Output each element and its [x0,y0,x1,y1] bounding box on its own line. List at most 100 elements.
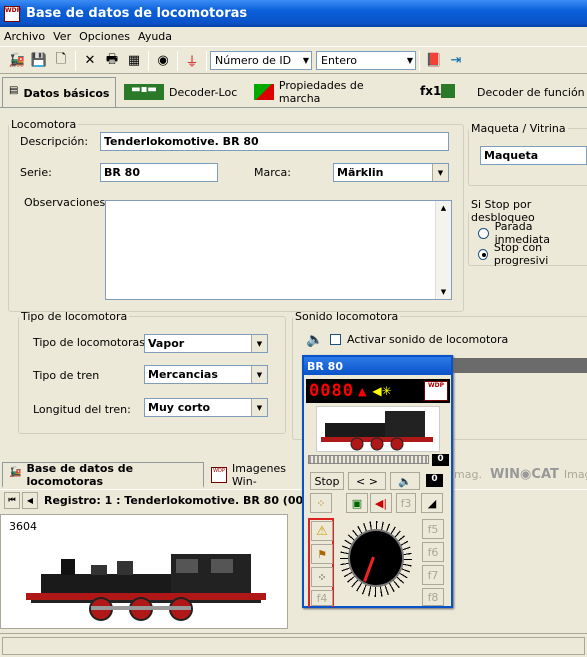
speed-value: 0 [432,454,449,466]
tab-base-datos[interactable]: 🚂 Base de datos de locomotoras [2,462,204,488]
menu-bar: Archivo Ver Opciones Ayuda [0,27,587,47]
sonido-legend: Sonido locomotora [295,310,399,323]
record-label: Registro: 1 : Tenderlokomotive. BR 80 (0… [44,493,319,507]
observaciones-textarea[interactable]: ▲ ▼ [105,200,452,300]
serie-input[interactable]: BR 80 [100,163,218,182]
chevron-down-icon: ▼ [251,399,267,416]
tab-imag-wdp[interactable]: mag. [448,462,484,487]
speaker-icon: 🔈 [306,332,324,348]
function-group-icon[interactable]: ⁘ [310,493,332,513]
scroll-up-icon[interactable]: ▲ [436,201,451,215]
sort-field-value: Número de ID [215,54,292,67]
tab-label: Datos básicos [23,86,110,100]
application-window: WDP Base de datos de locomotoras Archivo… [0,0,587,657]
longitud-select[interactable]: Muy corto ▼ [144,398,268,417]
delete-icon[interactable]: ✕ [79,50,101,72]
tab-decoder-funcion[interactable]: fx1▮▮ Decoder de función [414,77,586,107]
sort-field-select[interactable]: Número de ID ▼ [210,51,312,70]
menu-ver[interactable]: Ver [53,30,71,43]
stop-sign-icon[interactable]: ⏚ [181,50,203,72]
decoder-icon: ▬▪▬ [124,84,164,100]
previous-record-icon[interactable]: ◀ [22,491,38,509]
f4-button[interactable]: f4 [311,590,333,606]
warning-icon[interactable]: ⚠ [311,521,333,541]
window-title: Base de datos de locomotoras [26,6,248,21]
wdp-logo-icon: WDP [424,381,448,401]
checkbox-icon [330,334,341,345]
tren-value: Mercancias [148,368,218,381]
sound-bar [446,358,587,373]
film-icon[interactable]: ▦ [123,50,145,72]
app-icon: WDP [4,5,21,22]
speed-slider[interactable] [308,455,429,464]
checkbox-label: Activar sonido de locomotora [347,333,509,346]
tab-datos-basicos[interactable]: ▤ Datos básicos [2,77,116,108]
tab-imagenes-win[interactable]: WDP Imagenes Win- [205,461,304,488]
locomotive-image [26,554,266,621]
print-icon[interactable]: 🖶 [101,50,123,72]
address-display: 0080 [309,381,354,401]
throttle-display: 0080 ▲ ◀✳ WDP [306,379,450,403]
sort-mode-select[interactable]: Entero ▼ [316,51,416,70]
marca-label: Marca: [254,166,292,179]
f5-button[interactable]: f5 [422,519,444,539]
document-icon: ▤ [9,85,19,96]
mute-icon[interactable]: 🔈 [390,472,420,490]
new-document-icon[interactable]: 🗋 [50,50,72,72]
tab-label: Imagenes Win- [232,461,286,488]
decoder-chip-icon[interactable]: ▣ [346,493,368,513]
chevron-down-icon: ▼ [302,56,309,65]
first-record-icon[interactable]: ⏮ [4,491,20,509]
throttle-window: BR 80 0080 ▲ ◀✳ WDP 0 Stop < > 🔈 0 ⁘ ▣ ◀… [302,355,453,608]
observaciones-scrollbar[interactable]: ▲ ▼ [435,201,451,299]
main-tabs: ▤ Datos básicos ▬▪▬ Decoder-Loc Propieda… [0,77,587,108]
tab-propiedades-marcha[interactable]: Propiedades de marcha [248,77,408,107]
sonido-checkbox[interactable]: Activar sonido de locomotora [330,333,508,346]
save-icon[interactable]: 💾 [28,50,50,72]
serie-label: Serie: [20,166,52,179]
dial-needle [363,556,375,582]
maqueta-select[interactable]: Maqueta [480,146,587,165]
new-loco-icon[interactable]: 🚂 [6,50,28,72]
uncoupler-icon[interactable]: ⚑ [311,544,333,564]
direction-button[interactable]: < > [348,472,386,490]
descripcion-input[interactable]: Tenderlokomotive. BR 80 [100,132,449,151]
tab-wincat[interactable]: WIN◉CAT Imag. [484,462,587,487]
f7-button[interactable]: f7 [422,565,444,585]
tipo-legend: Tipo de locomotora [21,310,128,323]
menu-ayuda[interactable]: Ayuda [138,30,172,43]
speed-dial[interactable] [340,521,412,597]
f6-button[interactable]: f6 [422,542,444,562]
tab-label: Propiedades de marcha [278,79,364,105]
radio-label: Stop con progresivi [493,241,549,267]
menu-archivo[interactable]: Archivo [4,30,45,43]
wincat-logo-icon: WIN◉CAT [490,466,559,482]
toolbar: 🚂 💾 🗋 ✕ 🖶 ▦ ◉ ⏚ Número de ID ▼ Entero ▼ … [0,48,587,74]
tren-label: Tipo de tren [33,369,100,382]
tab-decoder-loc[interactable]: ▬▪▬ Decoder-Loc [118,77,246,107]
f3-button[interactable]: f3 [396,493,416,513]
marca-select[interactable]: Märklin ▼ [333,163,449,182]
function-group-2-icon[interactable]: ⁘ [311,567,333,587]
radio-off-icon [478,227,489,239]
stop-progresivo-radio[interactable]: Stop con progresivi [478,241,587,267]
light-icon: ◀✳ [372,384,392,398]
f8-button[interactable]: f8 [422,588,444,606]
descripcion-label: Descripción: [20,135,89,148]
locomotora-legend: Locomotora [11,118,77,131]
function-decoder-icon: fx1▮▮ [420,84,455,98]
tipo-select[interactable]: Vapor ▼ [144,334,268,353]
stop-button[interactable]: Stop [310,472,344,490]
book-icon[interactable]: 📕 [423,50,445,72]
chart-icon [254,84,274,100]
function-value: 0 [426,474,443,487]
horn-icon[interactable]: ◀| [370,493,392,513]
exit-icon[interactable]: ⇥ [445,50,467,72]
camera-icon[interactable]: ◉ [152,50,174,72]
menu-opciones[interactable]: Opciones [79,30,130,43]
ramp-icon[interactable]: ◢ [421,493,443,513]
longitud-value: Muy corto [148,401,211,414]
bottom-tabs: 🚂 Base de datos de locomotoras WDP Image… [0,461,587,488]
tren-select[interactable]: Mercancias ▼ [144,365,268,384]
scroll-down-icon[interactable]: ▼ [436,285,451,299]
